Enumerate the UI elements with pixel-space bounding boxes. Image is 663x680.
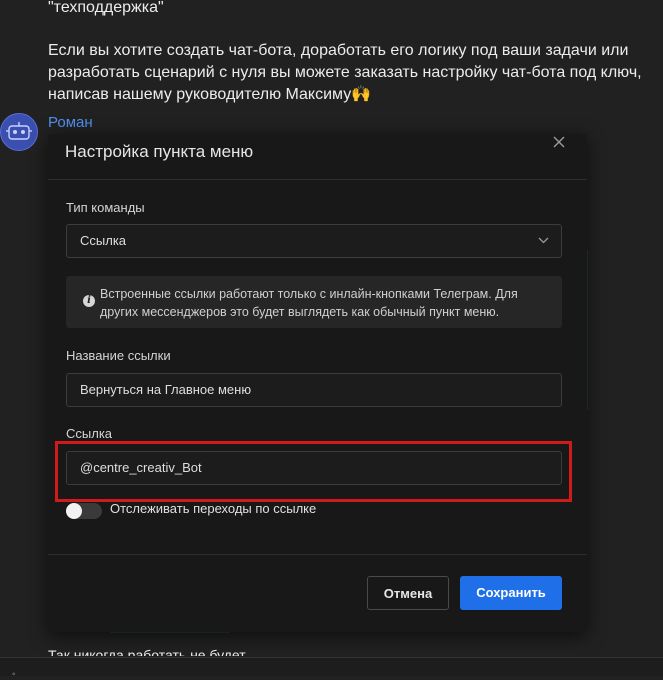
modal-title: Настройка пункта меню [65,142,254,161]
message-line-1: Если вы хотите создать чат-бота, доработ… [48,42,629,59]
command-type-label: Тип команды [66,200,145,215]
author-name-link[interactable]: Роман [48,114,93,131]
menu-item-settings-modal: Настройка пункта меню Тип команды Ссылка… [48,134,587,632]
quote-line: "техподдержка" [48,0,164,16]
info-text: Встроенные ссылки работают только с инла… [100,287,518,319]
message-line-3: написав нашему руководителю Максиму🙌 [48,86,372,103]
link-name-input[interactable]: Вернуться на Главное меню [66,373,562,407]
footer-divider [48,554,587,555]
cancel-button[interactable]: Отмена [367,576,449,610]
command-type-select[interactable]: Ссылка [66,224,562,258]
robot-avatar-icon[interactable] [0,113,38,151]
red-highlight-frame [55,441,572,502]
close-icon[interactable] [551,134,567,150]
link-name-label: Название ссылки [66,348,171,363]
save-button[interactable]: Сохранить [460,576,562,610]
track-clicks-label: Отслеживать переходы по ссылке [110,501,317,516]
toggle-knob [66,503,82,519]
modal-header: Настройка пункта меню [48,134,587,180]
track-clicks-toggle[interactable] [66,503,102,519]
message-line-2: разработать сценарий с нуля вы можете за… [48,64,642,81]
link-label: Ссылка [66,426,113,441]
bottom-bar: ◦ [0,657,663,680]
command-type-value: Ссылка [80,233,127,248]
info-icon: i [83,295,95,307]
info-notice: i Встроенные ссылки работают только с ин… [66,276,562,328]
chevron-down-icon [538,237,549,244]
reply-message-text: Так никогда работать не будет [48,647,246,656]
